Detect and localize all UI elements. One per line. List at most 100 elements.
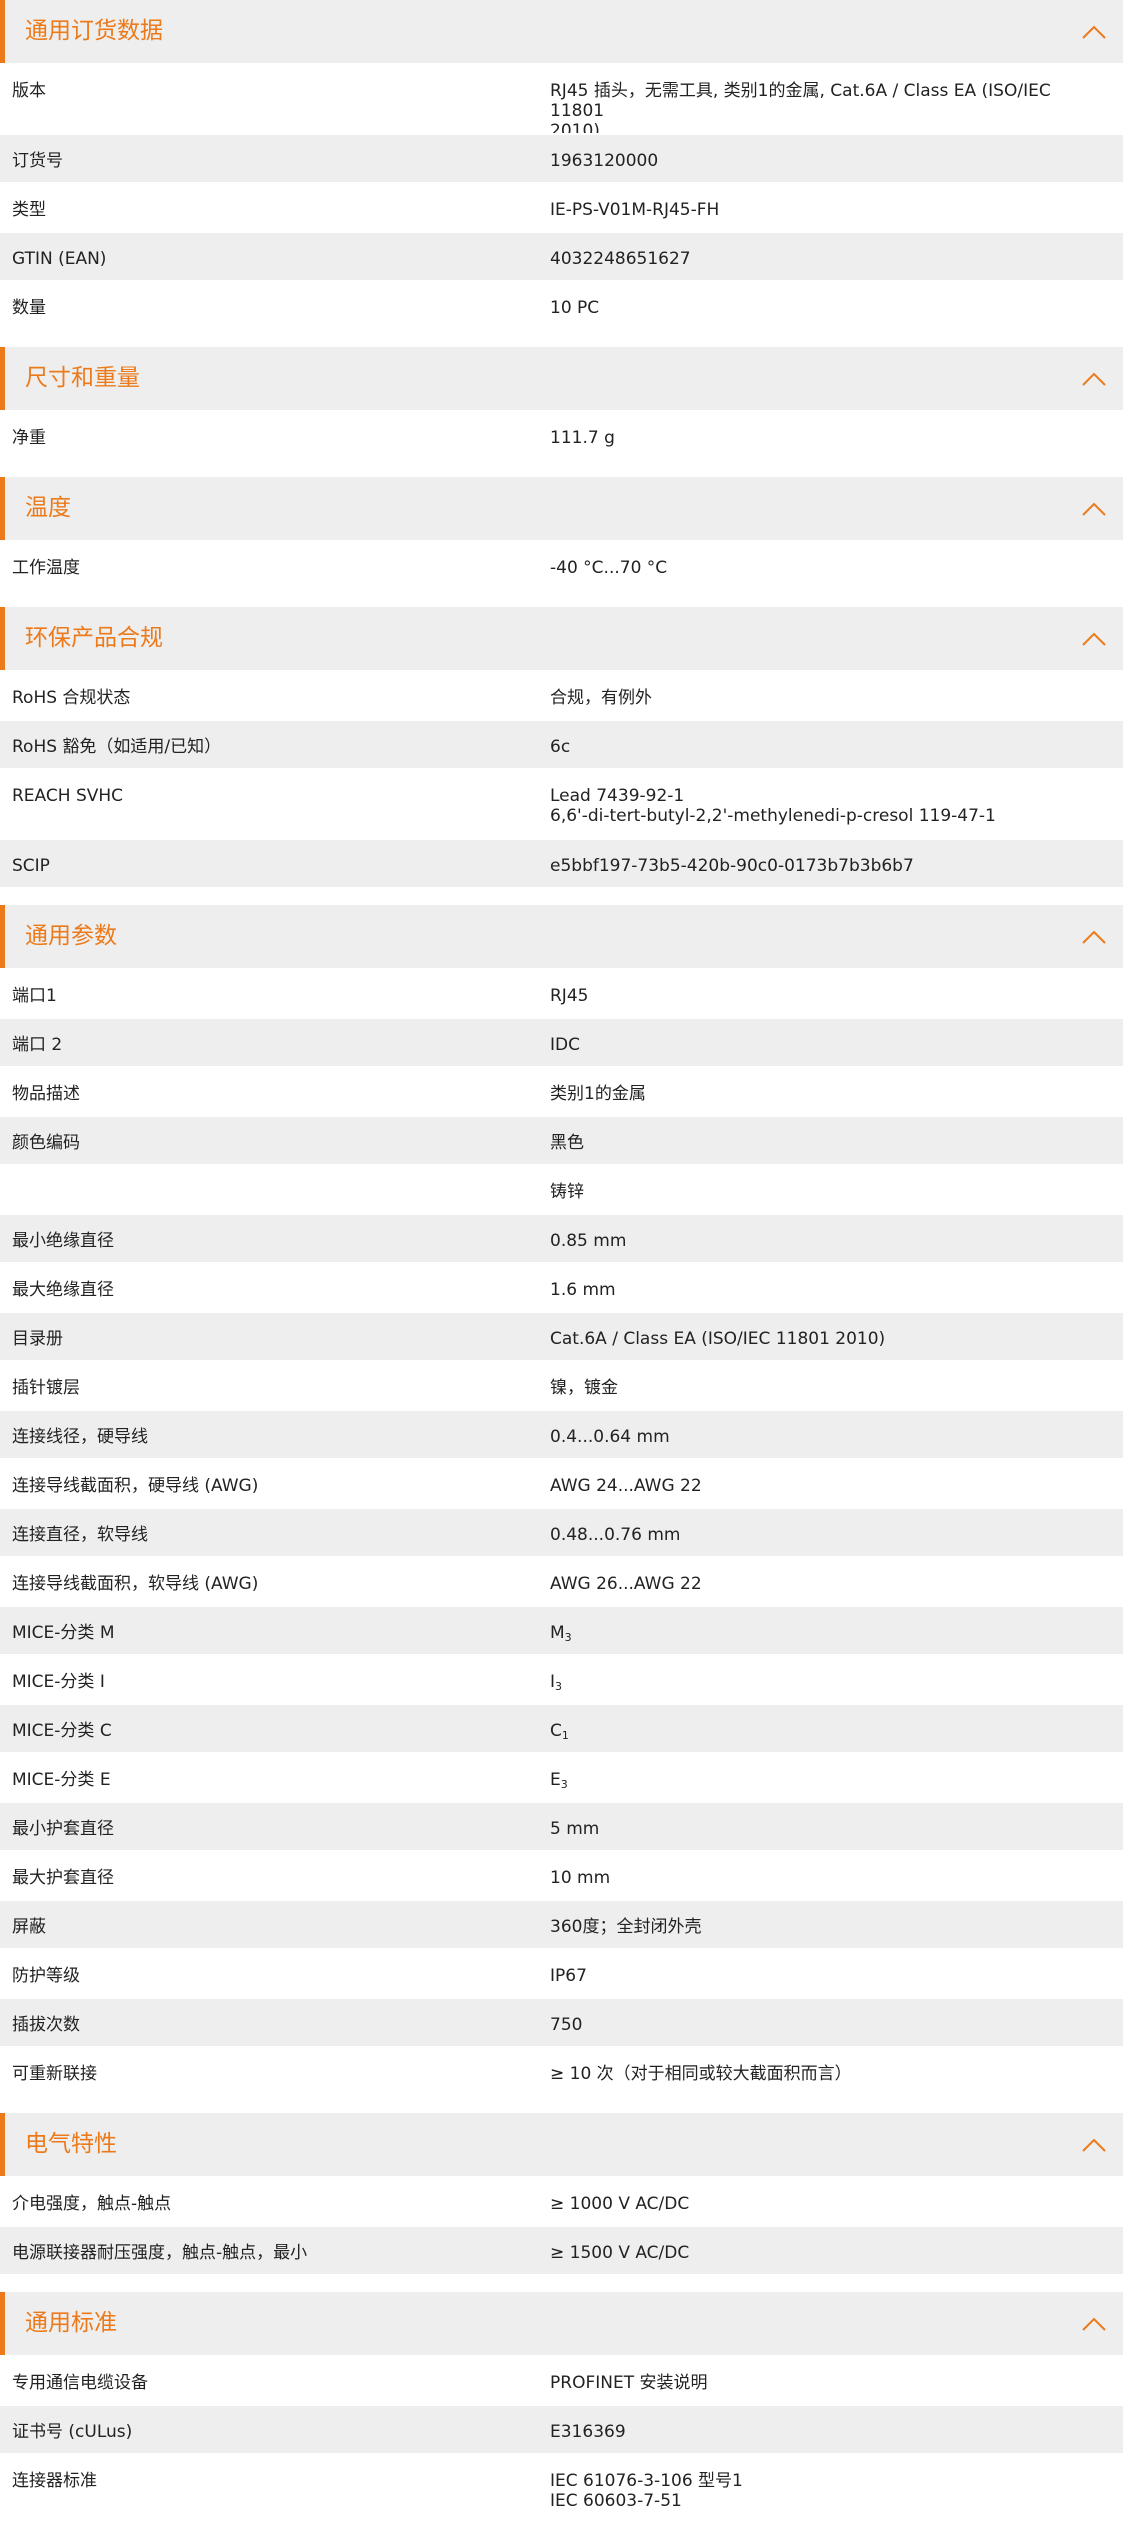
spec-label: 电源联接器耐压强度，触点-触点，最小 [12, 2243, 308, 2263]
section-header[interactable]: 通用标准 [0, 2292, 1123, 2355]
spec-row: 连接器标准 IEC 61076-3-106 型号1 IEC 60603-7-51 [0, 2453, 1123, 2523]
spec-value-text: RJ45 插头，无需工具, 类别1的金属, Cat.6A / Class EA … [550, 81, 1051, 121]
spec-value-text: AWG 24...AWG 22 [550, 1476, 702, 1496]
spec-value-line: 0.4...0.64 mm [550, 1427, 1105, 1447]
spec-value: 0.85 mm [550, 1231, 1105, 1251]
spec-label: 工作温度 [12, 558, 80, 578]
spec-value-line: C1 [550, 1721, 1105, 1746]
spec-value-subscript: 3 [560, 1778, 568, 1791]
spec-value-text: Cat.6A / Class EA (ISO/IEC 11801 2010) [550, 1329, 886, 1349]
spec-label: 防护等级 [12, 1966, 80, 1986]
chevron-up-icon[interactable] [1081, 19, 1107, 45]
spec-label: 专用通信电缆设备 [12, 2373, 148, 2393]
spec-row: 类型 IE-PS-V01M-RJ45-FH [0, 182, 1123, 231]
chevron-up-icon[interactable] [1081, 496, 1107, 522]
spec-value-line: 1963120000 [550, 151, 1105, 171]
spec-value: -40 °C...70 °C [550, 558, 1105, 578]
spec-value: M3 [550, 1623, 1105, 1648]
chevron-up-icon[interactable] [1081, 366, 1107, 392]
section-title: 通用参数 [25, 923, 117, 949]
spec-label: MICE-分类 M [12, 1623, 115, 1643]
section-title: 电气特性 [25, 2131, 117, 2157]
spec-value-text: 0.4...0.64 mm [550, 1427, 670, 1447]
spec-row: 电源联接器耐压强度，触点-触点，最小 ≥ 1500 V AC/DC [0, 2225, 1123, 2274]
spec-value-text: -40 °C...70 °C [550, 558, 668, 578]
spec-label: 连接线径，硬导线 [12, 1427, 148, 1447]
spec-row: 工作温度 -40 °C...70 °C [0, 540, 1123, 589]
spec-value-text: Lead 7439-92-1 [550, 786, 685, 806]
chevron-up-icon[interactable] [1081, 626, 1107, 652]
spec-label: MICE-分类 E [12, 1770, 111, 1790]
spec-value-line: 6c [550, 737, 1105, 757]
spec-value-line: AWG 26...AWG 22 [550, 1574, 1105, 1594]
spec-row: RoHS 合规状态 合规，有例外 [0, 670, 1123, 719]
spec-value: 111.7 g [550, 428, 1105, 448]
spec-value: 类别1的金属 [550, 1084, 1105, 1104]
spec-section-6: 通用标准 专用通信电缆设备 PROFINET 安装说明 证书号 (cULus) E316… [0, 2292, 1123, 2523]
spec-row: 物品描述 类别1的金属 [0, 1066, 1123, 1115]
spec-value-subscript: 3 [555, 1680, 563, 1693]
spec-value: ≥ 1000 V AC/DC [550, 2194, 1105, 2214]
spec-value-line: 类别1的金属 [550, 1084, 1105, 1104]
spec-value-line: 6,6'-di-tert-butyl-2,2'-methylenedi-p-cr… [550, 806, 1105, 826]
spec-value: 4032248651627 [550, 249, 1105, 269]
spec-value-line: 镍，镀金 [550, 1378, 1105, 1398]
spec-value-line: Lead 7439-92-1 [550, 786, 1105, 806]
spec-value: 5 mm [550, 1819, 1105, 1839]
spec-value-text: 镍，镀金 [550, 1378, 618, 1398]
spec-label: 插拔次数 [12, 2015, 80, 2035]
spec-value-line: 0.48...0.76 mm [550, 1525, 1105, 1545]
spec-value: 6c [550, 737, 1105, 757]
spec-value-line: e5bbf197-73b5-420b-90c0-0173b7b3b6b7 [550, 856, 1105, 876]
spec-label: 颜色编码 [12, 1133, 80, 1153]
spec-row: 连接导线截面积，硬导线 (AWG) AWG 24...AWG 22 [0, 1458, 1123, 1507]
spec-value: IDC [550, 1035, 1105, 1055]
spec-row: SCIP e5bbf197-73b5-420b-90c0-0173b7b3b6b7 [0, 838, 1123, 887]
spec-value-text: AWG 26...AWG 22 [550, 1574, 702, 1594]
section-header[interactable]: 通用参数 [0, 905, 1123, 968]
spec-row: 端口 2 IDC [0, 1017, 1123, 1066]
spec-row: 防护等级 IP67 [0, 1948, 1123, 1997]
spec-value-line: Cat.6A / Class EA (ISO/IEC 11801 2010) [550, 1329, 1105, 1349]
spec-label: MICE-分类 C [12, 1721, 112, 1741]
spec-value: 合规，有例外 [550, 688, 1105, 708]
spec-value-text: ≥ 10 次（对于相同或较大截面积而言） [550, 2064, 852, 2084]
spec-value: 铸锌 [550, 1182, 1105, 1202]
spec-value: AWG 24...AWG 22 [550, 1476, 1105, 1496]
chevron-up-icon[interactable] [1081, 2132, 1107, 2158]
spec-row: 连接线径，硬导线 0.4...0.64 mm [0, 1409, 1123, 1458]
spec-row: RoHS 豁免（如适用/已知） 6c [0, 719, 1123, 768]
section-header[interactable]: 温度 [0, 477, 1123, 540]
spec-value-text: IDC [550, 1035, 580, 1055]
section-title: 通用订货数据 [25, 18, 163, 44]
spec-label: 端口1 [12, 986, 57, 1006]
spec-row: 订货号 1963120000 [0, 133, 1123, 182]
spec-row: 颜色编码 黑色 [0, 1115, 1123, 1164]
spec-value-line: ≥ 1500 V AC/DC [550, 2243, 1105, 2263]
spec-value-line: I3 [550, 1672, 1105, 1697]
spec-value: E3 [550, 1770, 1105, 1795]
spec-value: IEC 61076-3-106 型号1 IEC 60603-7-51 [550, 2471, 1105, 2511]
spec-row: 连接导线截面积，软导线 (AWG) AWG 26...AWG 22 [0, 1556, 1123, 1605]
spec-row: MICE-分类 I I3 [0, 1654, 1123, 1703]
spec-section-1: 尺寸和重量 净重 111.7 g [0, 347, 1123, 459]
spec-label: RoHS 豁免（如适用/已知） [12, 737, 222, 757]
section-header[interactable]: 尺寸和重量 [0, 347, 1123, 410]
spec-label: 连接直径，软导线 [12, 1525, 148, 1545]
section-header[interactable]: 环保产品合规 [0, 607, 1123, 670]
chevron-up-icon[interactable] [1081, 2311, 1107, 2337]
spec-value-line: IDC [550, 1035, 1105, 1055]
spec-row: 插针镀层 镍，镀金 [0, 1360, 1123, 1409]
section-header[interactable]: 通用订货数据 [0, 0, 1123, 63]
section-header[interactable]: 电气特性 [0, 2113, 1123, 2176]
spec-value-text: 0.85 mm [550, 1231, 627, 1251]
spec-value: ≥ 1500 V AC/DC [550, 2243, 1105, 2263]
spec-value-line: E3 [550, 1770, 1105, 1795]
spec-label: 版本 [12, 81, 46, 101]
spec-value-line: ≥ 1000 V AC/DC [550, 2194, 1105, 2214]
chevron-up-icon[interactable] [1081, 924, 1107, 950]
spec-row: 净重 111.7 g [0, 410, 1123, 459]
